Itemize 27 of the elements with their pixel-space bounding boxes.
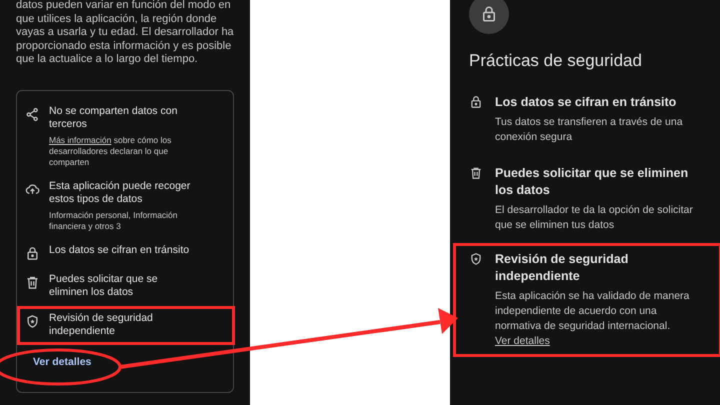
item-description: Esta aplicación se ha validado de manera independiente de acuerdo con una normativa de seguridad internacional. Ver detalles bbox=[495, 288, 690, 348]
item-title: Revisión de seguridad independiente bbox=[49, 312, 154, 339]
item-description: Más información sobre cómo los desarrolladores declaran lo que comparten bbox=[49, 134, 172, 168]
details-link[interactable]: Ver detalles bbox=[495, 334, 550, 346]
item-description: Tus datos se transfieren a través de una conexión segura bbox=[495, 114, 684, 144]
share-icon bbox=[25, 106, 40, 122]
item-title: Los datos se cifran en tránsito bbox=[49, 244, 190, 258]
lock-icon bbox=[480, 5, 498, 23]
item-title: Puedes solicitar que se eliminen los datos bbox=[495, 164, 690, 198]
cloud-upload-icon bbox=[25, 182, 40, 197]
shield-icon bbox=[25, 314, 40, 329]
details-link[interactable]: Más información bbox=[49, 134, 112, 145]
intro-paragraph: datos pueden variar en función del modo en que utilices la aplicación, la región donde vayas a usarla y tu edad. El desarrollador ha proporcionado esta información y es posible que la actualice a lo largo del tiempo. bbox=[16, 0, 234, 67]
trash-icon bbox=[469, 166, 483, 180]
item-description: El desarrollador te da la opción de solicitar que se eliminen tus datos bbox=[495, 202, 694, 232]
lock-icon bbox=[469, 94, 483, 108]
item-title: Los datos se cifran en tránsito bbox=[495, 94, 678, 110]
item-title: Puedes solicitar que se eliminen los datos bbox=[49, 272, 159, 300]
section-title: Prácticas de seguridad bbox=[469, 50, 643, 72]
item-title: Revisión de seguridad independiente bbox=[495, 250, 630, 284]
trash-icon bbox=[25, 274, 40, 290]
details-link[interactable]: Ver detalles bbox=[33, 354, 229, 371]
item-title: No se comparten datos con terceros bbox=[49, 104, 178, 132]
lock-icon bbox=[25, 246, 40, 261]
item-title: Esta aplicación puede recoger estos tipos de datos bbox=[49, 180, 192, 207]
item-description: Información personal, Información financiera y otros 3 bbox=[49, 210, 179, 232]
shield-icon bbox=[469, 252, 483, 266]
